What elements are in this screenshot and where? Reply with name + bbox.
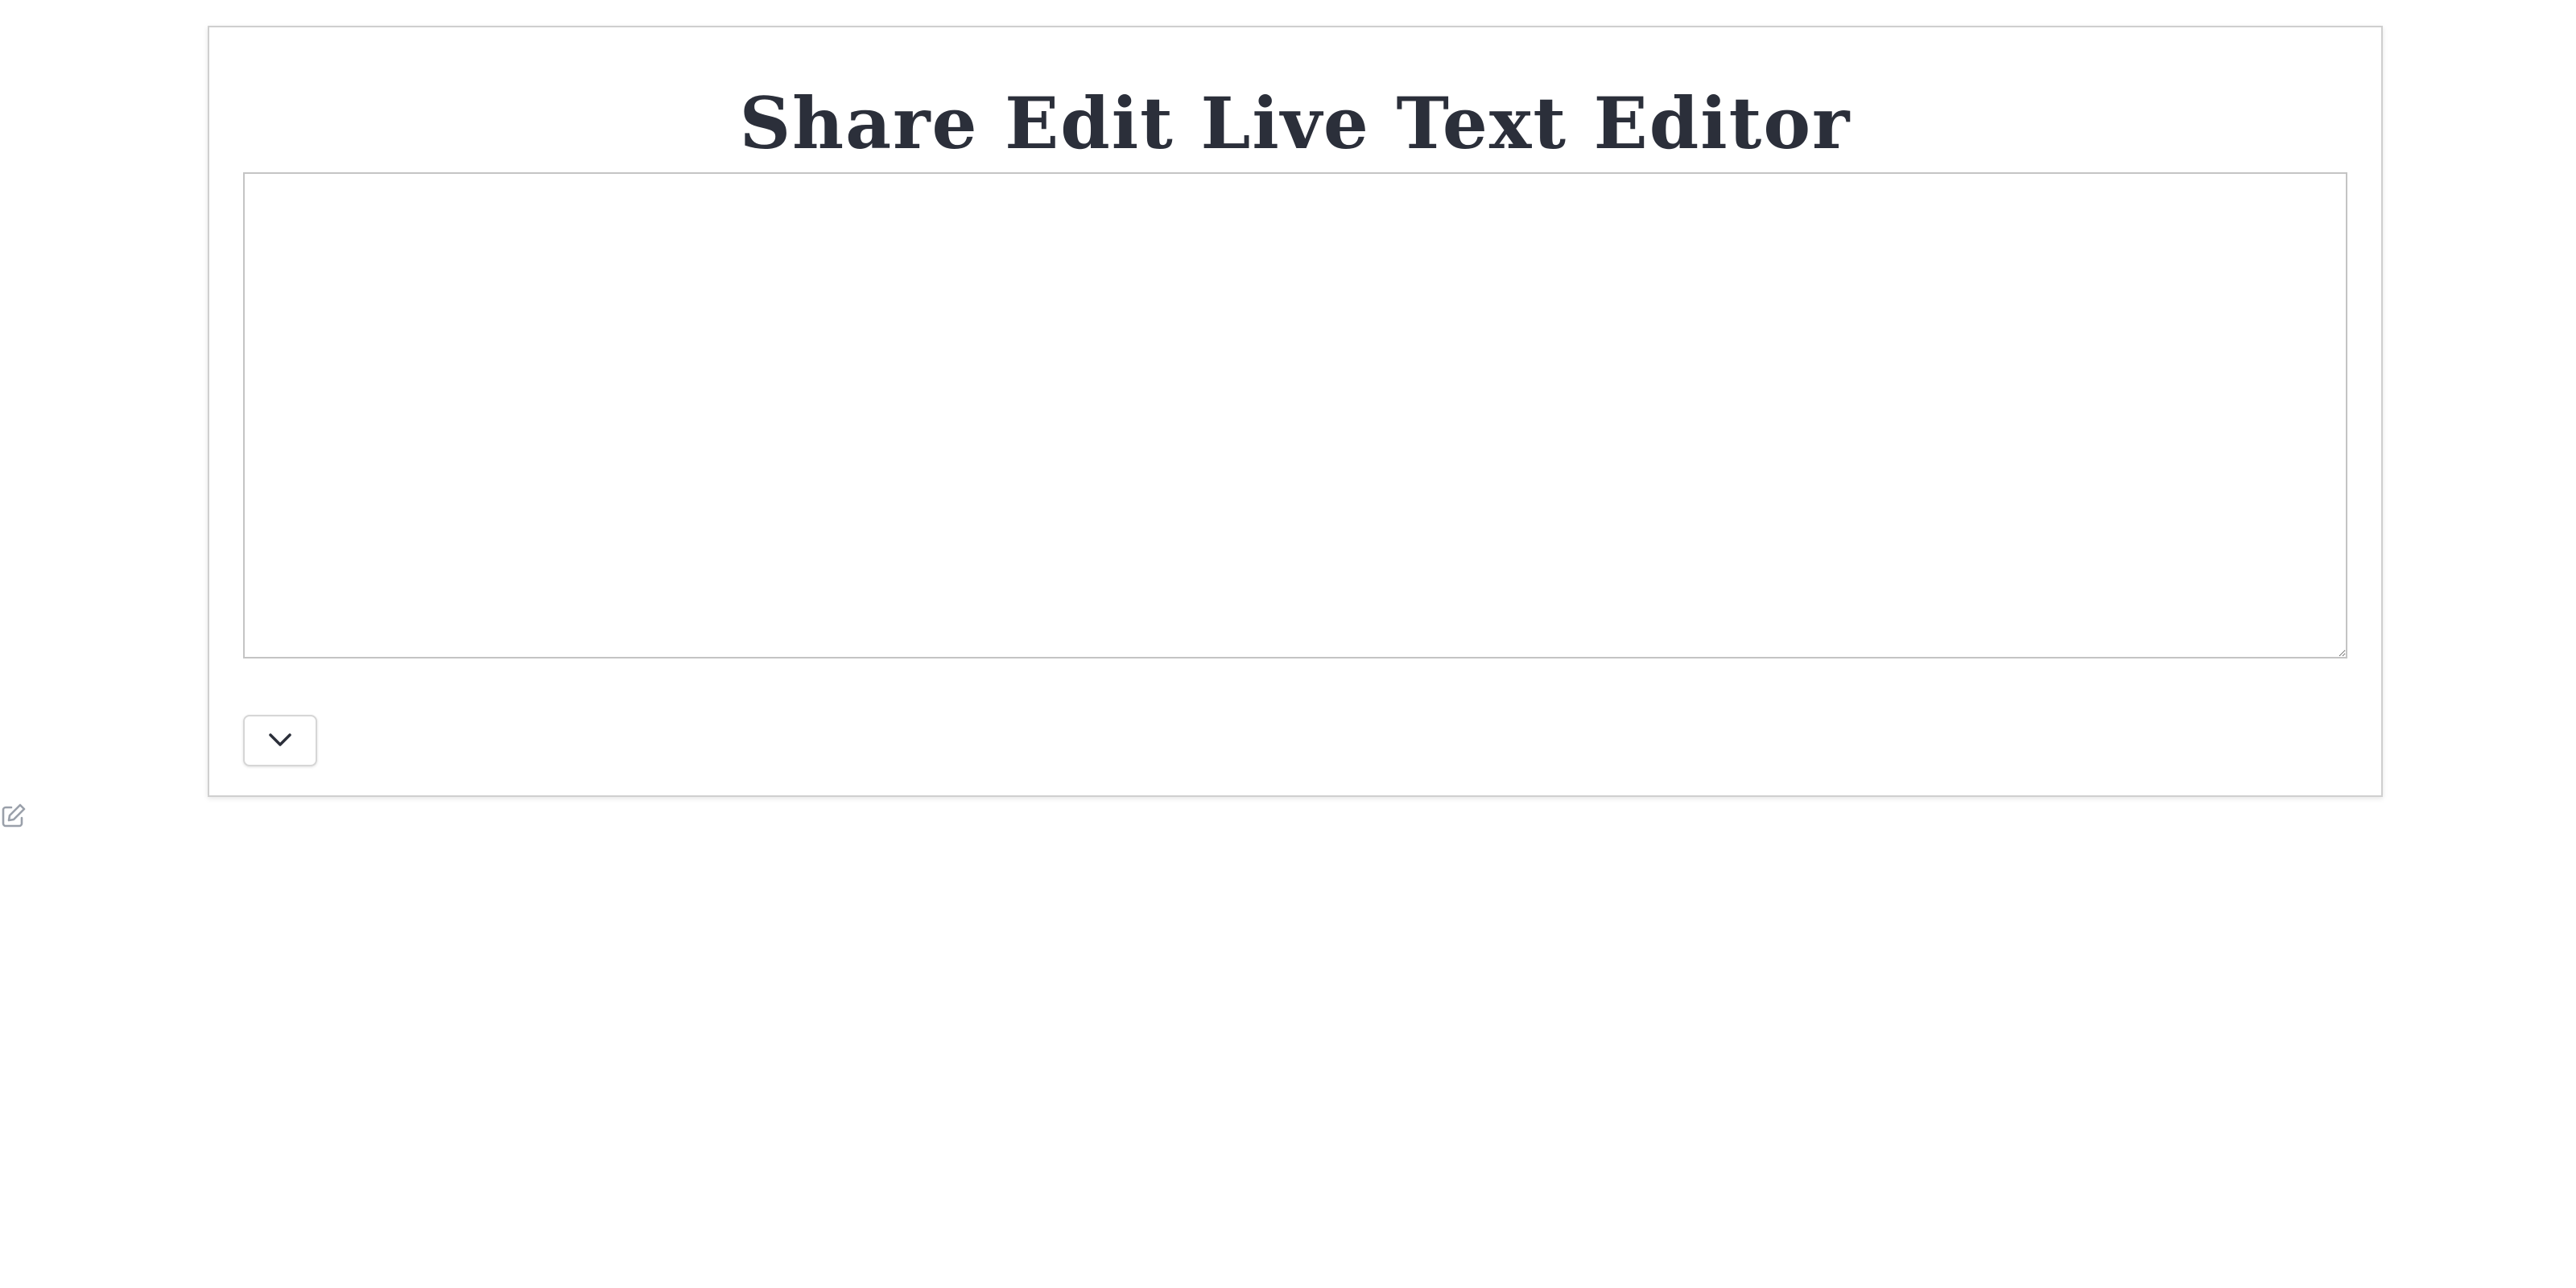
edit-icon bbox=[1, 803, 27, 832]
text-editor-area[interactable] bbox=[243, 172, 2347, 658]
chevron-down-icon bbox=[267, 732, 293, 750]
editor-card: Share Edit Live Text Editor bbox=[208, 26, 2383, 797]
edit-page-link[interactable] bbox=[0, 803, 27, 831]
page-title: Share Edit Live Text Editor bbox=[739, 81, 1852, 165]
expand-options-button[interactable] bbox=[243, 715, 317, 766]
